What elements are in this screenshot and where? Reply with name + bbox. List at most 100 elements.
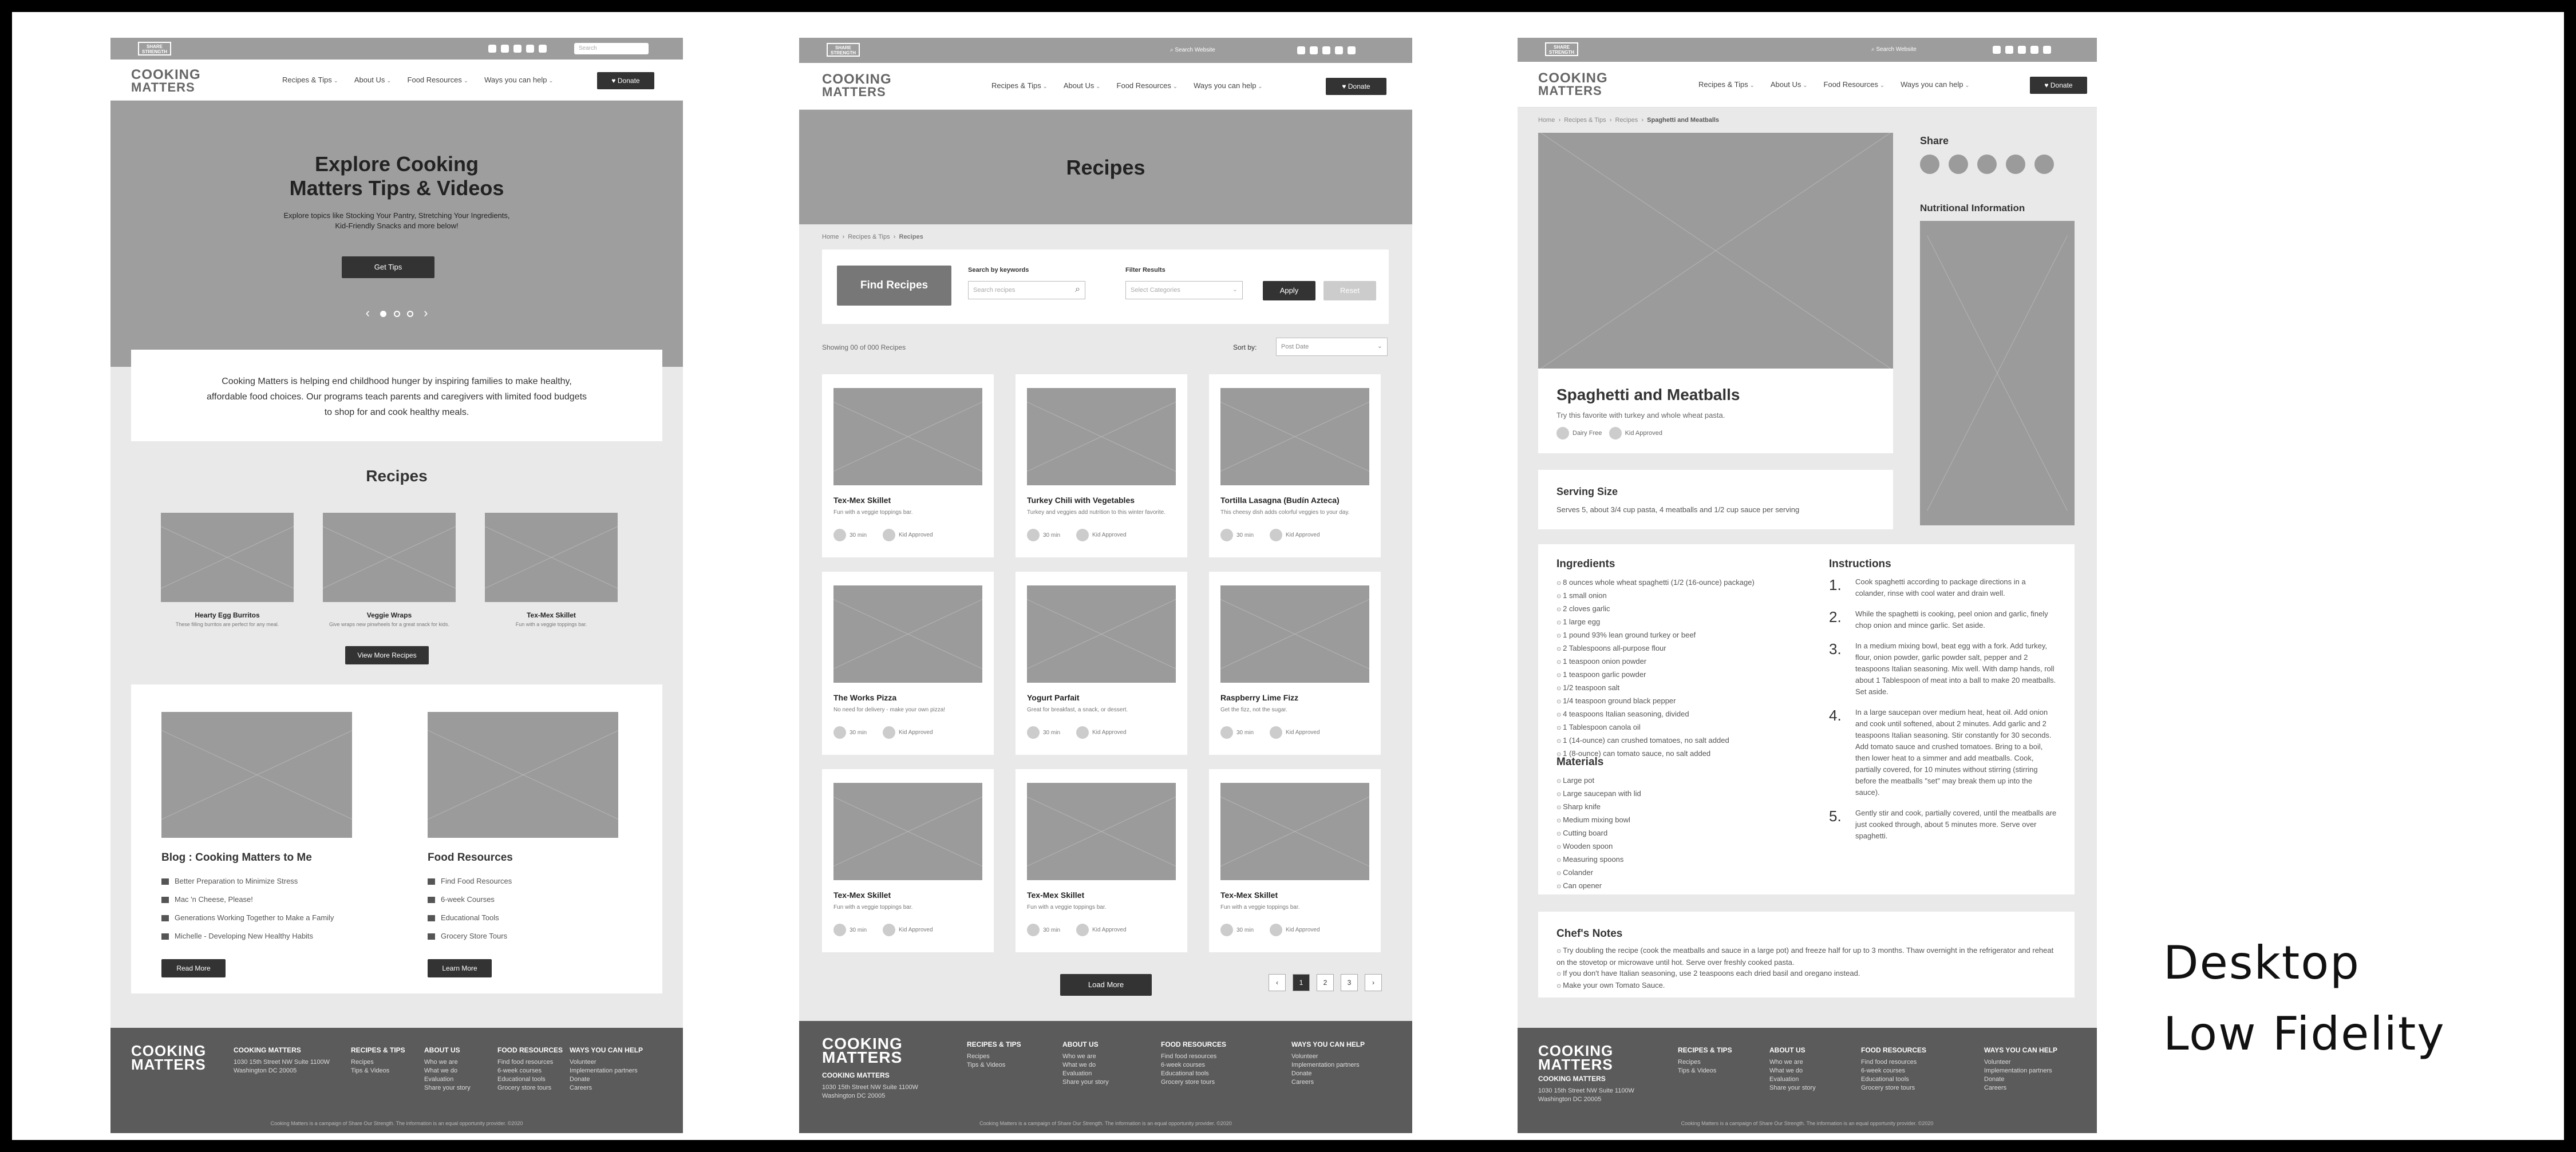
recipe-card-title[interactable]: The Works Pizza xyxy=(833,693,896,702)
cooking-matters-logo[interactable]: COOKING MATTERS xyxy=(822,73,892,98)
footer-link[interactable]: Implementation partners xyxy=(1984,1067,2057,1075)
mail-icon[interactable] xyxy=(539,45,547,53)
reset-button[interactable]: Reset xyxy=(1323,281,1376,300)
nav-about-us[interactable]: About Us xyxy=(1771,80,1808,89)
donate-button[interactable]: ♥ Donate xyxy=(597,72,654,89)
mail-icon[interactable] xyxy=(2043,46,2051,54)
recipe-card[interactable]: Tex-Mex Skillet Fun with a veggie topping… xyxy=(822,374,994,557)
view-more-recipes-button[interactable]: View More Recipes xyxy=(345,646,429,664)
youtube-icon[interactable] xyxy=(2030,46,2038,54)
recipe-card[interactable]: Turkey Chili with Vegetables Turkey and v… xyxy=(1016,374,1187,557)
twitter-icon[interactable] xyxy=(513,45,521,53)
nav-recipes-tips[interactable]: Recipes & Tips xyxy=(1698,80,1755,89)
crumb-home[interactable]: Home xyxy=(822,233,839,240)
instagram-icon[interactable] xyxy=(501,45,509,53)
list-item[interactable]: 6-week Courses xyxy=(428,890,512,909)
instagram-icon[interactable] xyxy=(2005,46,2013,54)
recipe-card-title[interactable]: Veggie Wraps xyxy=(323,611,456,619)
nav-recipes-tips[interactable]: Recipes & Tips xyxy=(282,76,338,84)
footer-link[interactable]: Recipes xyxy=(967,1052,1021,1061)
sort-select[interactable]: Post Date ⌄ xyxy=(1276,338,1388,356)
footer-link[interactable]: Share your story xyxy=(424,1084,471,1092)
footer-link[interactable]: 6-week courses xyxy=(497,1067,563,1075)
recipe-card[interactable]: Tex-Mex Skillet Fun with a veggie topping… xyxy=(1016,769,1187,952)
twitter-icon[interactable] xyxy=(2018,46,2026,54)
footer-link[interactable]: 6-week courses xyxy=(1161,1061,1226,1070)
top-search-input[interactable]: ⌕ Search Website xyxy=(1867,44,1958,56)
footer-link[interactable]: Tips & Videos xyxy=(967,1061,1021,1070)
crumb-recipes-tips[interactable]: Recipes & Tips xyxy=(848,233,890,240)
footer-link[interactable]: Grocery store tours xyxy=(1161,1078,1226,1087)
facebook-icon[interactable] xyxy=(1297,46,1305,54)
nav-ways-help[interactable]: Ways you can help xyxy=(1194,81,1263,90)
carousel-dot[interactable] xyxy=(393,310,400,317)
donate-button[interactable]: ♥ Donate xyxy=(2030,77,2087,94)
recipe-image-placeholder[interactable] xyxy=(485,513,618,602)
footer-link[interactable]: Tips & Videos xyxy=(351,1067,405,1075)
footer-link[interactable]: Evaluation xyxy=(1769,1075,1816,1084)
search-icon[interactable]: ⌕ xyxy=(1075,284,1080,295)
twitter-icon[interactable] xyxy=(1322,46,1330,54)
crumb-recipes-tips[interactable]: Recipes & Tips xyxy=(1564,117,1606,124)
footer-link[interactable]: Evaluation xyxy=(424,1075,471,1084)
recipe-image-placeholder[interactable] xyxy=(161,513,294,602)
instagram-icon[interactable] xyxy=(1310,46,1318,54)
recipe-card-title[interactable]: Tortilla Lasagna (Budín Azteca) xyxy=(1220,496,1340,505)
footer-link[interactable]: Recipes xyxy=(1678,1058,1732,1067)
recipe-card[interactable]: Tex-Mex Skillet Fun with a veggie topping… xyxy=(1209,769,1381,952)
nav-about-us[interactable]: About Us xyxy=(354,76,392,84)
footer-link[interactable]: Educational tools xyxy=(497,1075,563,1084)
nav-ways-help[interactable]: Ways you can help xyxy=(1901,80,1970,89)
carousel-prev-icon[interactable]: ‹ xyxy=(366,306,370,320)
footer-link[interactable]: What we do xyxy=(1062,1061,1109,1070)
footer-link[interactable]: Who we are xyxy=(1769,1058,1816,1067)
facebook-icon[interactable] xyxy=(1993,46,2001,54)
carousel-dot-active[interactable] xyxy=(380,310,387,317)
footer-link[interactable]: Who we are xyxy=(424,1058,471,1067)
learn-more-button[interactable]: Learn More xyxy=(428,959,492,977)
top-search-input[interactable]: Search xyxy=(574,43,649,54)
footer-link[interactable]: Careers xyxy=(1291,1078,1365,1087)
crumb-recipes[interactable]: Recipes xyxy=(1615,117,1638,124)
footer-link[interactable]: Who we are xyxy=(1062,1052,1109,1061)
footer-link[interactable]: Volunteer xyxy=(1291,1052,1365,1061)
footer-link[interactable]: Share your story xyxy=(1062,1078,1109,1087)
facebook-icon[interactable] xyxy=(488,45,496,53)
footer-link[interactable]: Implementation partners xyxy=(1291,1061,1365,1070)
recipe-card[interactable]: The Works Pizza No need for delivery - ma… xyxy=(822,572,994,755)
cooking-matters-logo[interactable]: COOKING MATTERS xyxy=(131,68,201,94)
footer-link[interactable]: Grocery store tours xyxy=(1861,1084,1926,1092)
top-search-input[interactable]: ⌕ Search Website xyxy=(1165,45,1257,56)
recipe-card-title[interactable]: Tex-Mex Skillet xyxy=(1220,890,1278,900)
list-item[interactable]: Find Food Resources xyxy=(428,872,512,890)
page-number-button[interactable]: 3 xyxy=(1341,974,1358,991)
recipe-card-title[interactable]: Hearty Egg Burritos xyxy=(161,611,294,619)
carousel-next-icon[interactable]: › xyxy=(424,306,428,320)
recipe-card-title[interactable]: Yogurt Parfait xyxy=(1027,693,1080,702)
footer-link[interactable]: Volunteer xyxy=(1984,1058,2057,1067)
crumb-home[interactable]: Home xyxy=(1538,117,1555,124)
share-email-icon[interactable] xyxy=(2006,155,2025,174)
list-item[interactable]: Michelle - Developing New Healthy Habits xyxy=(161,927,334,945)
page-number-button[interactable]: 1 xyxy=(1293,974,1310,991)
apply-button[interactable]: Apply xyxy=(1263,281,1315,300)
recipe-card-title[interactable]: Tex-Mex Skillet xyxy=(1027,890,1084,900)
page-prev-button[interactable]: ‹ xyxy=(1269,974,1286,991)
list-item[interactable]: Grocery Store Tours xyxy=(428,927,512,945)
youtube-icon[interactable] xyxy=(526,45,534,53)
list-item[interactable]: Educational Tools xyxy=(428,909,512,927)
recipe-card-title[interactable]: Tex-Mex Skillet xyxy=(833,496,891,505)
footer-link[interactable]: Grocery store tours xyxy=(497,1084,563,1092)
youtube-icon[interactable] xyxy=(1335,46,1343,54)
footer-link[interactable]: Find food resources xyxy=(497,1058,563,1067)
footer-link[interactable]: Evaluation xyxy=(1062,1070,1109,1078)
filter-select[interactable]: Select Categories ⌄ xyxy=(1125,281,1243,299)
page-number-button[interactable]: 2 xyxy=(1317,974,1334,991)
share-pinterest-icon[interactable] xyxy=(1977,155,1997,174)
footer-link[interactable]: Recipes xyxy=(351,1058,405,1067)
recipe-card[interactable]: Raspberry Lime Fizz Get the fizz, not the… xyxy=(1209,572,1381,755)
share-twitter-icon[interactable] xyxy=(1949,155,1968,174)
page-next-button[interactable]: › xyxy=(1365,974,1382,991)
carousel-dot[interactable] xyxy=(406,310,413,317)
footer-link[interactable]: Share your story xyxy=(1769,1084,1816,1092)
